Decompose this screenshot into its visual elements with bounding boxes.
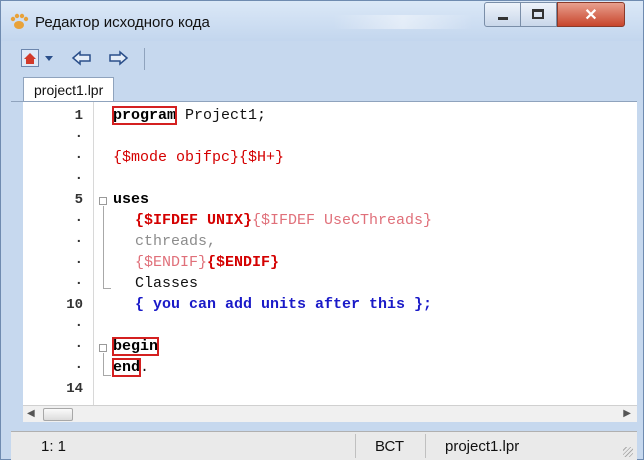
minimize-icon <box>498 17 508 20</box>
code-line-9: Classes <box>135 275 198 292</box>
directive-endif-inactive: {$ENDIF} <box>135 254 208 271</box>
line-number: · <box>74 360 83 376</box>
close-button[interactable]: ✕ <box>557 2 625 27</box>
fold-guide-end <box>103 288 111 289</box>
fold-guide <box>103 353 104 375</box>
horizontal-scrollbar[interactable]: ◀ ▶ <box>23 405 637 422</box>
directive-ifdef-usecthreads: {$IFDEF UseCThreads} <box>252 212 433 229</box>
status-bar: 1: 1 ВСТ project1.lpr <box>11 431 637 460</box>
code-line-8: {$ENDIF}{$ENDIF} <box>135 254 279 271</box>
line-number: · <box>74 213 83 229</box>
status-separator <box>355 434 356 458</box>
unit-classes: Classes <box>135 275 199 292</box>
code-line-5: uses <box>113 191 149 208</box>
maximize-icon <box>532 9 544 19</box>
fold-guide <box>103 206 104 288</box>
program-name: Project1; <box>176 107 267 124</box>
directive-ifdef-unix: {$IFDEF UNIX} <box>135 212 253 229</box>
line-number: · <box>74 255 83 271</box>
keyword-end: end <box>111 358 142 377</box>
code-line-1: program Project1; <box>111 106 267 125</box>
toolbar <box>11 45 637 73</box>
line-number: · <box>74 318 83 334</box>
toolbar-separator <box>144 48 145 70</box>
code-line-7: cthreads, <box>135 233 216 250</box>
keyword-uses: uses <box>113 191 150 208</box>
line-number: · <box>74 339 83 355</box>
tab-bar: project1.lpr <box>11 75 637 102</box>
fold-toggle-uses[interactable] <box>99 197 107 205</box>
unit-cthreads: cthreads, <box>135 233 217 250</box>
code-editor[interactable]: 1 · · · 5 · · · · 10 · · · 14 program Pr… <box>23 102 637 405</box>
line-number: · <box>74 234 83 250</box>
line-number: 14 <box>66 381 83 397</box>
fold-guide-end <box>103 375 111 376</box>
line-number: 10 <box>66 297 83 313</box>
scroll-right-icon[interactable]: ▶ <box>623 408 631 419</box>
code-line-13: end. <box>111 358 150 377</box>
close-icon: ✕ <box>584 7 598 24</box>
compiler-directive: {$mode objfpc}{$H+} <box>113 149 285 166</box>
end-period: . <box>140 359 150 376</box>
code-line-12: begin <box>111 337 160 356</box>
dropdown-arrow-icon[interactable] <box>43 49 55 67</box>
jump-back-icon[interactable] <box>71 49 93 67</box>
keyword-program: program <box>111 106 178 125</box>
status-separator <box>425 434 426 458</box>
status-file-name: project1.lpr <box>445 438 520 455</box>
line-number: · <box>74 171 83 187</box>
source-editor-window: Редактор исходного кода ✕ project1.lpr 1… <box>0 0 644 460</box>
line-number: · <box>74 150 83 166</box>
code-line-6: {$IFDEF UNIX}{$IFDEF UseCThreads} <box>135 212 432 229</box>
tab-project1-lpr[interactable]: project1.lpr <box>23 77 115 101</box>
title-bar[interactable]: Редактор исходного кода ✕ <box>1 1 643 41</box>
insert-mode-indicator: ВСТ <box>375 438 405 455</box>
fold-toggle-begin[interactable] <box>99 344 107 352</box>
code-line-10: { you can add units after this }; <box>135 296 432 313</box>
minimize-button[interactable] <box>484 2 521 27</box>
maximize-button[interactable] <box>520 2 557 27</box>
directive-endif: {$ENDIF} <box>207 254 280 271</box>
scroll-left-icon[interactable]: ◀ <box>27 408 35 419</box>
scroll-thumb[interactable] <box>43 408 73 421</box>
title-bar-ghost-text <box>333 15 473 29</box>
cursor-position: 1: 1 <box>41 438 67 455</box>
window-title: Редактор исходного кода <box>35 14 210 31</box>
code-line-3: {$mode objfpc}{$H+} <box>113 149 284 166</box>
jump-forward-icon[interactable] <box>107 49 129 67</box>
line-number: · <box>74 129 83 145</box>
home-icon[interactable] <box>21 49 39 67</box>
paw-app-icon <box>10 13 29 29</box>
resize-grip-icon[interactable] <box>623 447 633 457</box>
code-comment: { you can add units after this }; <box>135 296 433 313</box>
line-number-gutter: 1 · · · 5 · · · · 10 · · · 14 <box>23 102 94 405</box>
line-number: 1 <box>74 108 83 124</box>
line-number: · <box>74 276 83 292</box>
line-number: 5 <box>74 192 83 208</box>
keyword-begin: begin <box>111 337 160 356</box>
